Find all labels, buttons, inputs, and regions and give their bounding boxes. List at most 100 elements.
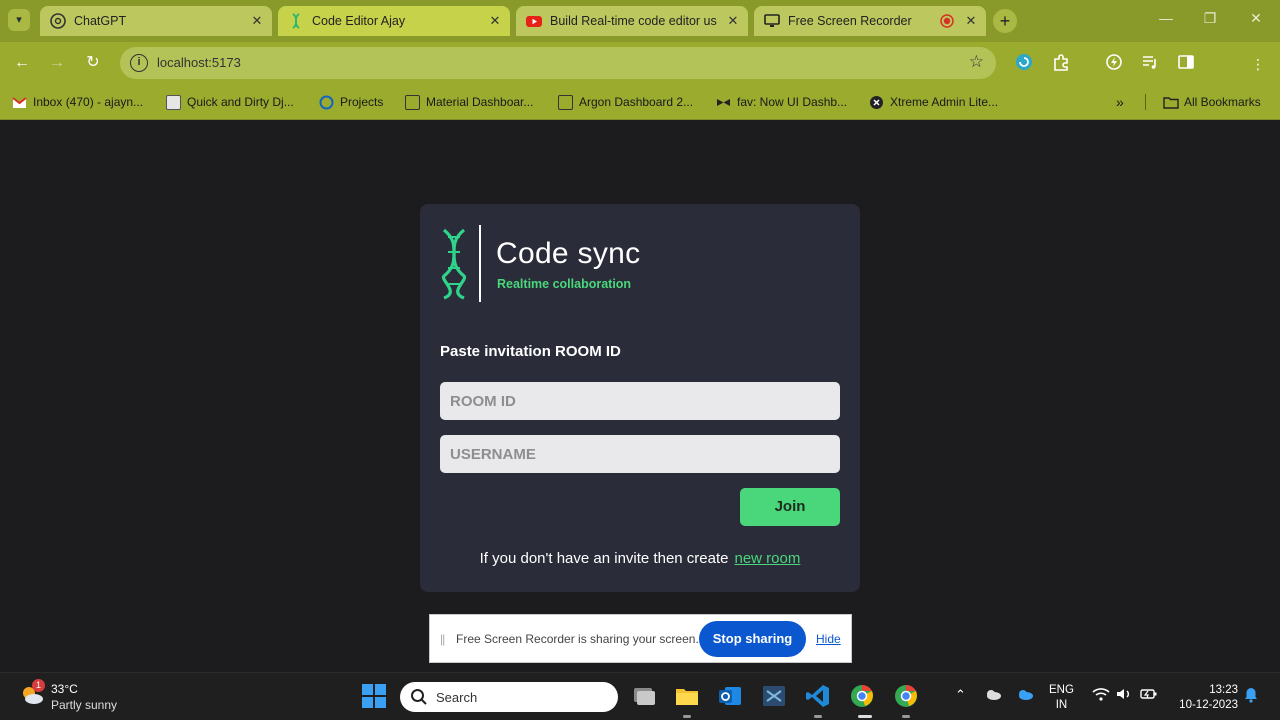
bookmark-label: Inbox (470) - ajayn... xyxy=(33,95,144,109)
bookmark-item[interactable]: Inbox (470) - ajayn... xyxy=(12,93,143,111)
bookmark-label: Quick and Dirty Dj... xyxy=(187,95,294,109)
outlook-icon[interactable] xyxy=(717,683,743,709)
notification-bell-icon[interactable] xyxy=(1243,687,1259,706)
bookmark-label: Material Dashboar... xyxy=(426,95,534,109)
screen-sharing-bar: || Free Screen Recorder is sharing your … xyxy=(429,614,852,663)
performance-icon[interactable] xyxy=(1103,53,1125,75)
drag-handle-icon[interactable]: || xyxy=(440,632,445,646)
windows-taskbar: 1 33°C Partly sunny Search ⌃ ENG IN 13:2… xyxy=(0,672,1280,720)
close-tab-icon[interactable]: ✕ xyxy=(962,13,980,29)
media-controls-icon[interactable] xyxy=(1139,53,1161,75)
weather-temperature[interactable]: 33°C xyxy=(51,682,78,696)
windows-start-icon[interactable] xyxy=(361,683,387,709)
tab-title: Code Editor Ajay xyxy=(312,14,406,28)
site-info-icon[interactable]: i xyxy=(130,54,148,72)
dna-icon xyxy=(288,13,304,29)
taskbar-search[interactable]: Search xyxy=(400,682,618,712)
bookmark-separator xyxy=(1145,93,1146,111)
back-arrow-icon[interactable]: ← xyxy=(9,50,35,76)
running-indicator xyxy=(683,715,691,718)
forward-arrow-icon[interactable]: → xyxy=(44,50,70,76)
bookmark-item[interactable]: Xtreme Admin Lite... xyxy=(869,93,998,111)
all-bookmarks-button[interactable]: All Bookmarks xyxy=(1163,93,1261,111)
join-room-card: Code sync Realtime collaboration Paste i… xyxy=(420,204,860,592)
file-explorer-icon[interactable] xyxy=(674,683,700,709)
room-id-input[interactable] xyxy=(440,382,840,420)
volume-icon[interactable] xyxy=(1115,687,1133,704)
close-tab-icon[interactable]: ✕ xyxy=(724,13,742,29)
running-indicator xyxy=(902,715,910,718)
youtube-icon xyxy=(526,13,542,29)
bookmark-favicon-icon xyxy=(166,94,181,110)
brand-subtitle: Realtime collaboration xyxy=(497,277,632,291)
bookmark-item[interactable]: Projects xyxy=(319,93,383,111)
more-menu-icon[interactable]: ⋮ xyxy=(1247,53,1269,75)
minimize-icon[interactable]: — xyxy=(1146,10,1186,26)
create-room-prompt: If you don't have an invite then create n… xyxy=(420,550,860,567)
vscode-icon[interactable] xyxy=(805,683,831,709)
close-tab-icon[interactable]: ✕ xyxy=(486,13,504,29)
onedrive-cloud-icon[interactable] xyxy=(984,687,1002,704)
weather-alert-badge: 1 xyxy=(32,679,45,692)
tab-screen-recorder[interactable]: Free Screen Recorder ✕ xyxy=(754,6,986,36)
close-tab-icon[interactable]: ✕ xyxy=(248,13,266,29)
chatgpt-icon xyxy=(50,13,66,29)
page-viewport: Code sync Realtime collaboration Paste i… xyxy=(0,121,1280,672)
bookmark-label: Projects xyxy=(340,95,384,109)
tab-chatgpt[interactable]: ChatGPT ✕ xyxy=(40,6,272,36)
tab-youtube[interactable]: Build Real-time code editor us ✕ xyxy=(516,6,748,36)
more-bookmarks-icon[interactable]: » xyxy=(1116,93,1124,111)
tab-title: Build Real-time code editor us xyxy=(550,14,717,28)
new-room-link[interactable]: new room xyxy=(735,550,801,567)
battery-icon[interactable] xyxy=(1140,687,1158,704)
restore-icon[interactable]: ❐ xyxy=(1190,10,1230,27)
bookmark-label: Argon Dashboard 2... xyxy=(579,95,694,109)
stop-sharing-button[interactable]: Stop sharing xyxy=(699,621,806,657)
extension-sync-icon[interactable] xyxy=(1013,53,1035,75)
create-prompt-text: If you don't have an invite then create xyxy=(479,550,729,567)
bookmark-star-icon[interactable]: ☆ xyxy=(969,52,984,72)
recording-icon xyxy=(940,14,954,28)
bookmark-label: All Bookmarks xyxy=(1184,95,1261,109)
chrome-icon[interactable] xyxy=(893,683,919,709)
address-bar[interactable]: i localhost:5173 ☆ xyxy=(120,47,996,79)
dashboard-icon xyxy=(558,94,573,110)
clock-date: 10-12-2023 xyxy=(1179,699,1238,711)
region-code: IN xyxy=(1055,699,1068,711)
xtreme-icon xyxy=(869,95,884,110)
bookmark-item[interactable]: Material Dashboar... xyxy=(405,93,533,111)
reload-icon[interactable]: ↻ xyxy=(80,50,106,76)
bookmark-item[interactable]: Argon Dashboard 2... xyxy=(558,93,693,111)
dashboard-icon xyxy=(405,94,420,110)
tab-search-menu-button[interactable]: ▾ xyxy=(8,9,30,31)
brand-title: Code sync xyxy=(496,237,641,270)
side-panel-icon[interactable] xyxy=(1175,53,1197,75)
join-button[interactable]: Join xyxy=(740,488,840,526)
bowtie-icon xyxy=(716,95,731,110)
photos-icon[interactable] xyxy=(761,683,787,709)
chevron-up-icon[interactable]: ⌃ xyxy=(955,687,966,703)
extensions-icon[interactable] xyxy=(1050,53,1072,75)
weather-description[interactable]: Partly sunny xyxy=(51,698,117,712)
browser-toolbar: ← → ↻ i localhost:5173 ☆ A ⋮ xyxy=(0,42,1280,116)
username-input[interactable] xyxy=(440,435,840,473)
close-window-icon[interactable]: ✕ xyxy=(1236,10,1276,27)
browser-tab-strip: ▾ ChatGPT ✕ Code Editor Ajay ✕ Build Rea… xyxy=(0,0,1280,42)
system-clock[interactable]: 13:23 10-12-2023 xyxy=(1172,683,1238,713)
projects-icon xyxy=(319,95,334,110)
hide-link[interactable]: Hide xyxy=(816,632,841,646)
tab-code-editor[interactable]: Code Editor Ajay ✕ xyxy=(278,6,510,36)
running-indicator xyxy=(858,715,872,718)
wifi-icon[interactable] xyxy=(1092,687,1110,704)
language-indicator[interactable]: ENG IN xyxy=(1049,683,1074,713)
bookmark-item[interactable]: fav: Now UI Dashb... xyxy=(716,93,847,111)
bookmark-item[interactable]: Quick and Dirty Dj... xyxy=(166,93,294,111)
new-tab-button[interactable]: + xyxy=(993,9,1017,33)
task-view-icon[interactable] xyxy=(631,683,657,709)
chrome-profile-icon[interactable] xyxy=(849,683,875,709)
sharing-message: Free Screen Recorder is sharing your scr… xyxy=(456,632,699,646)
onedrive-sync-icon[interactable] xyxy=(1016,687,1034,704)
url-text: localhost:5173 xyxy=(157,55,241,70)
monitor-icon xyxy=(764,13,780,29)
bookmark-label: fav: Now UI Dashb... xyxy=(737,95,848,109)
